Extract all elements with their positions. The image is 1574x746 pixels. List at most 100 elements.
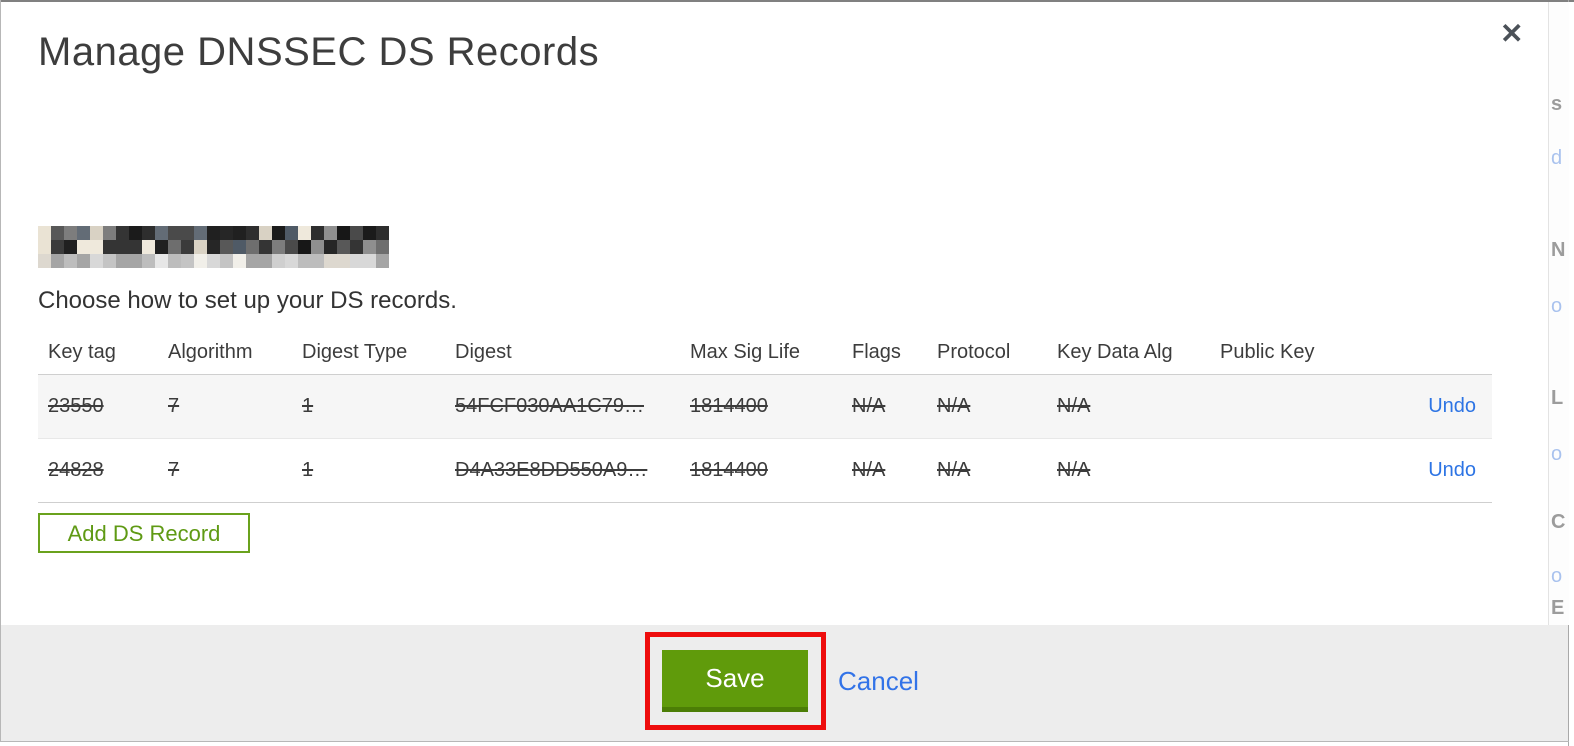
mosaic-pixel [220,254,233,268]
mosaic-pixel [220,226,233,240]
mosaic-pixel [116,226,129,240]
mosaic-pixel [90,226,103,240]
cell-protocol: N/A [937,459,971,481]
column-header-key-tag: Key tag [48,341,116,363]
mosaic-pixel [155,254,168,268]
mosaic-pixel [77,254,90,268]
mosaic-pixel [103,240,116,254]
mosaic-pixel [207,254,220,268]
cell-digest: 54FCF030AA1C79… [455,395,644,417]
mosaic-pixel [181,254,194,268]
mosaic-pixel [64,226,77,240]
mosaic-pixel [246,226,259,240]
undo-link[interactable]: Undo [1428,459,1476,481]
mosaic-pixel [77,226,90,240]
mosaic-pixel [142,226,155,240]
background-link-fragment: o [1551,295,1563,317]
ds-records-table: Key tag Algorithm Digest Type Digest Max… [38,331,1492,503]
mosaic-pixel [194,240,207,254]
add-ds-record-button[interactable]: Add DS Record [38,513,250,553]
mosaic-pixel [259,254,272,268]
mosaic-pixel [337,254,350,268]
mosaic-pixel [376,254,389,268]
background-link-fragment: o [1551,443,1563,465]
mosaic-pixel [103,226,116,240]
mosaic-pixel [285,240,298,254]
mosaic-pixel [324,226,337,240]
mosaic-pixel [155,226,168,240]
cell-digest-type: 1 [302,395,314,417]
cell-protocol: N/A [937,395,971,417]
mosaic-pixel [129,240,142,254]
mosaic-pixel [272,226,285,240]
mosaic-pixel [207,226,220,240]
mosaic-pixel [298,226,311,240]
mosaic-pixel [181,240,194,254]
mosaic-pixel [168,226,181,240]
mosaic-pixel [51,226,64,240]
mosaic-pixel [38,240,51,254]
mosaic-pixel [64,254,77,268]
mosaic-pixel [181,226,194,240]
cell-algorithm: 7 [168,459,180,481]
mosaic-pixel [363,240,376,254]
domain-name-redacted [38,226,389,268]
mosaic-pixel [376,240,389,254]
background-text-fragment: E [1551,597,1565,619]
table-row: 23550 7 1 54FCF030AA1C79… 1814400 N/A N/… [38,375,1492,438]
mosaic-pixel [272,240,285,254]
cell-key-data-alg: N/A [1057,459,1091,481]
mosaic-pixel [298,240,311,254]
mosaic-pixel [233,226,246,240]
mosaic-pixel [233,240,246,254]
mosaic-pixel [207,240,220,254]
mosaic-pixel [38,226,51,240]
mosaic-pixel [129,226,142,240]
mosaic-pixel [285,226,298,240]
column-header-max-sig-life: Max Sig Life [690,341,801,363]
cell-algorithm: 7 [168,395,180,417]
cell-max-sig-life: 1814400 [690,459,768,481]
mosaic-pixel [298,254,311,268]
mosaic-pixel [116,240,129,254]
column-header-flags: Flags [852,341,901,363]
cancel-link[interactable]: Cancel [838,666,919,697]
mosaic-pixel [103,254,116,268]
column-header-algorithm: Algorithm [168,341,253,363]
mosaic-pixel [168,254,181,268]
mosaic-pixel [51,254,64,268]
save-button[interactable]: Save [662,650,808,712]
manage-dnssec-modal: { "modal": { "title": "Manage DNSSEC DS … [0,0,1574,746]
mosaic-pixel [64,240,77,254]
mosaic-pixel [285,254,298,268]
table-header-row: Key tag Algorithm Digest Type Digest Max… [38,331,1492,374]
subtitle: Choose how to set up your DS records. [38,287,457,314]
window-border-bottom [0,741,1569,742]
undo-link[interactable]: Undo [1428,395,1476,417]
mosaic-pixel [324,240,337,254]
table-body: 23550 7 1 54FCF030AA1C79… 1814400 N/A N/… [38,374,1492,503]
cell-key-data-alg: N/A [1057,395,1091,417]
mosaic-pixel [259,240,272,254]
mosaic-pixel [38,254,51,268]
cell-digest-type: 1 [302,459,314,481]
mosaic-pixel [142,254,155,268]
mosaic-pixel [337,226,350,240]
mosaic-pixel [142,240,155,254]
background-text-fragment: N [1551,239,1566,261]
cell-max-sig-life: 1814400 [690,395,768,417]
mosaic-pixel [376,226,389,240]
mosaic-pixel [168,240,181,254]
mosaic-pixel [350,254,363,268]
mosaic-pixel [194,254,207,268]
window-border-top [0,0,1574,2]
mosaic-pixel [350,226,363,240]
column-header-key-data-alg: Key Data Alg [1057,341,1173,363]
background-link-fragment: o [1551,565,1563,587]
column-header-public-key: Public Key [1220,341,1315,363]
close-icon[interactable]: ✕ [1500,20,1523,48]
mosaic-pixel [129,254,142,268]
mosaic-pixel [363,226,376,240]
mosaic-pixel [246,254,259,268]
background-text-fragment: L [1551,387,1564,409]
